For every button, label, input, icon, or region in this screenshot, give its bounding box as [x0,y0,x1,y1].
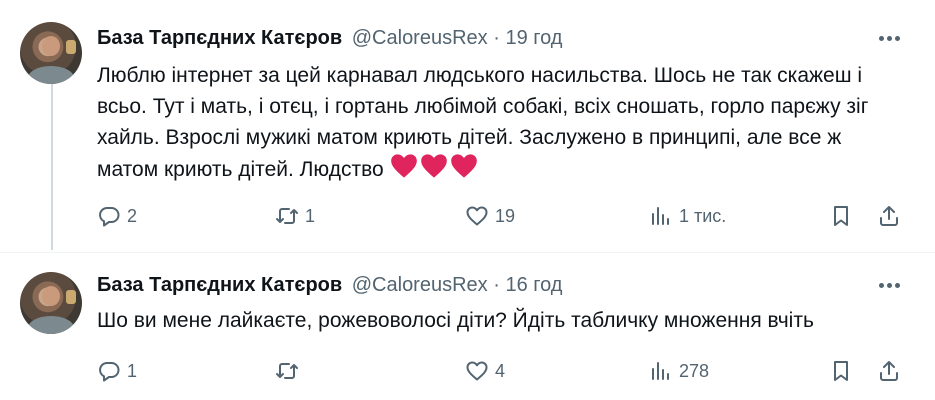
more-dot-icon [886,282,892,288]
retweet-button[interactable] [275,356,305,386]
bookmark-button[interactable] [829,201,853,231]
tweet[interactable]: База Тарпєдних Катєров @CaloreusRex · 16… [0,252,935,400]
tweet-text: Люблю інтернет за цей карнавал людського… [97,60,897,188]
author-handle[interactable]: @CaloreusRex [352,27,488,49]
heart-icon [466,361,488,381]
reply-icon [99,362,120,382]
views-button[interactable]: 278 [649,356,709,386]
reply-button[interactable]: 2 [97,201,137,231]
like-count: 19 [495,205,516,226]
separator-dot: · [493,274,500,296]
tweet-header: База Тарпєдних Катєров @CaloreusRex · 16… [97,273,562,297]
more-dot-icon [878,35,884,41]
red-heart-icon [450,154,477,178]
author-name[interactable]: База Тарпєдних Катєров [97,274,342,296]
retweet-icon [276,363,298,379]
views-button[interactable]: 1 тис. [649,201,726,231]
bookmark-icon [834,206,848,226]
view-count: 278 [679,360,710,381]
tweet-text: Шо ви мене лайкаєте, рожевоволосі діти? … [97,305,897,336]
reply-button[interactable]: 1 [97,356,137,386]
like-count: 4 [495,360,506,381]
more-dot-icon [894,35,900,41]
more-dot-icon [886,35,892,41]
author-handle[interactable]: @CaloreusRex [352,274,488,296]
action-bar: 2 1 19 1 тис. [97,201,909,231]
reply-count: 2 [127,205,138,226]
emoji-group [390,153,480,188]
reply-icon [99,207,120,227]
red-heart-icon [390,154,417,178]
like-button[interactable]: 19 [465,201,515,231]
timestamp[interactable]: 16 год [505,274,562,296]
separator-dot: · [493,27,500,49]
share-icon [880,206,898,226]
avatar[interactable] [20,272,82,334]
timestamp[interactable]: 19 год [505,27,562,49]
tweet-body: Люблю інтернет за цей карнавал людського… [97,64,869,181]
views-chart-icon [652,207,669,225]
avatar[interactable] [20,22,82,84]
more-options-button[interactable] [875,26,903,50]
red-heart-icon [420,154,447,178]
tweet-body: Шо ви мене лайкаєте, рожевоволосі діти? … [97,309,814,332]
more-dot-icon [894,282,900,288]
bookmark-icon [834,361,848,381]
view-count: 1 тис. [679,205,727,226]
views-chart-icon [652,362,669,380]
share-button[interactable] [877,201,901,231]
retweet-button[interactable]: 1 [275,201,315,231]
more-dot-icon [878,282,884,288]
reply-count: 1 [127,360,138,381]
more-options-button[interactable] [875,273,903,297]
share-button[interactable] [877,356,901,386]
author-name[interactable]: База Тарпєдних Катєров [97,27,342,49]
tweet-header: База Тарпєдних Катєров @CaloreusRex · 19… [97,26,562,50]
share-icon [880,361,898,381]
retweet-icon [276,208,298,224]
tweet[interactable]: База Тарпєдних Катєров @CaloreusRex · 19… [0,0,935,252]
heart-icon [466,206,488,226]
bookmark-button[interactable] [829,356,853,386]
like-button[interactable]: 4 [465,356,505,386]
action-bar: 1 4 278 [97,356,909,386]
retweet-count: 1 [305,205,316,226]
